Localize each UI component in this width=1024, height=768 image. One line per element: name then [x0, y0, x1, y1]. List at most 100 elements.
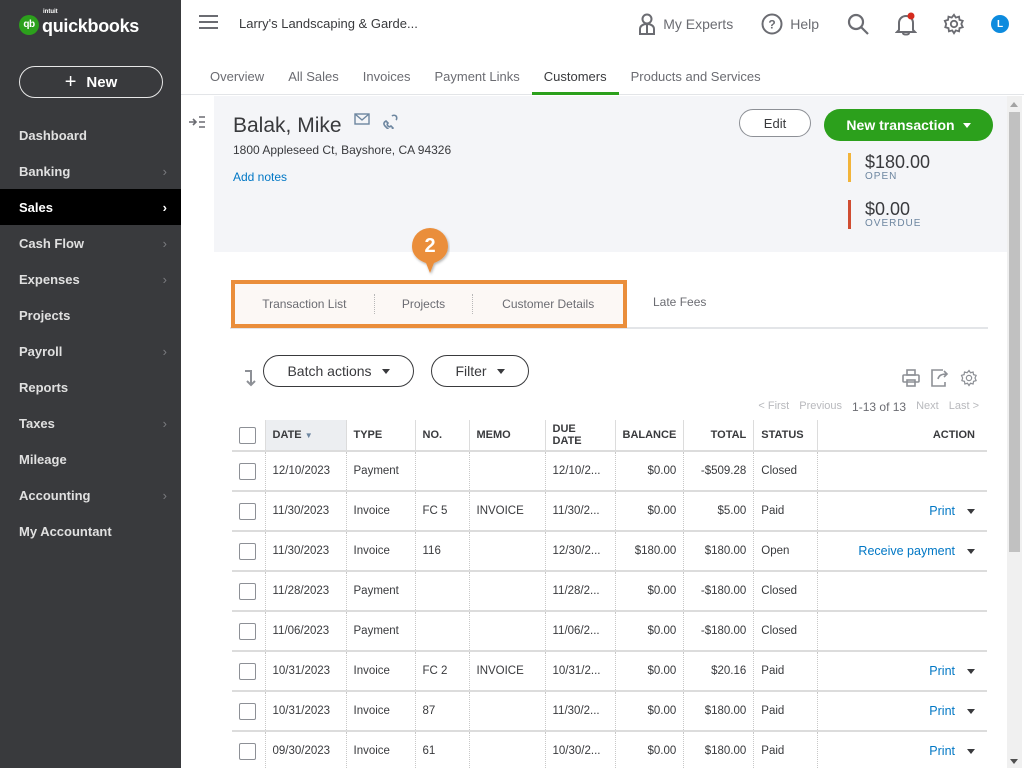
scrollbar-thumb[interactable] — [1009, 112, 1020, 552]
tab-all-sales[interactable]: All Sales — [276, 62, 351, 95]
sidebar-item-expenses[interactable]: Expenses › — [0, 261, 181, 297]
sidebar-item-mileage[interactable]: Mileage — [0, 441, 181, 477]
sidebar-item-cash-flow[interactable]: Cash Flow › — [0, 225, 181, 261]
tab-invoices[interactable]: Invoices — [351, 62, 423, 95]
action-dropdown-icon[interactable] — [967, 549, 975, 555]
action-dropdown-icon[interactable] — [967, 749, 975, 755]
table-row[interactable]: 11/30/2023 Invoice FC 5 INVOICE 11/30/2... $0… — [232, 491, 987, 532]
col-status[interactable]: STATUS — [753, 420, 818, 452]
table-settings-gear-icon[interactable] — [960, 369, 978, 387]
row-select-cell — [232, 611, 265, 652]
notifications-button[interactable] — [895, 12, 917, 36]
scroll-down-arrow-icon[interactable] — [1010, 759, 1018, 764]
svg-text:?: ? — [769, 18, 776, 32]
scroll-up-arrow-icon[interactable] — [1010, 102, 1018, 107]
select-all-checkbox[interactable] — [239, 426, 256, 444]
tab-transaction-list[interactable]: Transaction List — [235, 297, 374, 311]
email-icon[interactable] — [353, 113, 370, 125]
row-checkbox[interactable] — [239, 462, 256, 480]
my-experts-button[interactable]: My Experts — [638, 13, 733, 35]
new-transaction-button[interactable]: New transaction — [824, 109, 993, 141]
row-checkbox[interactable] — [239, 662, 256, 680]
sidebar-item-reports[interactable]: Reports — [0, 369, 181, 405]
sidebar-item-banking[interactable]: Banking › — [0, 153, 181, 189]
pager-first[interactable]: < First — [758, 400, 789, 414]
add-notes-link[interactable]: Add notes — [233, 170, 287, 184]
col-no[interactable]: NO. — [414, 420, 469, 452]
sort-arrow-icon[interactable] — [242, 369, 258, 392]
row-checkbox[interactable] — [239, 622, 256, 640]
row-checkbox[interactable] — [239, 502, 256, 520]
cell-date: 11/28/2023 — [264, 571, 346, 612]
phone-icon[interactable] — [382, 113, 398, 129]
row-checkbox[interactable] — [239, 742, 256, 760]
batch-actions-button[interactable]: Batch actions — [263, 355, 414, 387]
action-link[interactable]: Print — [929, 664, 955, 678]
sidebar-item-dashboard[interactable]: Dashboard — [0, 117, 181, 153]
table-row[interactable]: 11/30/2023 Invoice 116 12/30/2... $180.00 $18… — [232, 531, 987, 572]
table-row[interactable]: 11/06/2023 Payment 11/06/2... $0.00 -$180.00… — [232, 611, 987, 652]
cell-status: Paid — [753, 651, 818, 692]
action-link[interactable]: Print — [929, 744, 955, 758]
pager-previous[interactable]: Previous — [799, 400, 842, 414]
edit-button[interactable]: Edit — [739, 109, 811, 137]
sidebar-item-accounting[interactable]: Accounting › — [0, 477, 181, 513]
print-icon[interactable] — [902, 369, 920, 387]
sidebar-item-payroll[interactable]: Payroll › — [0, 333, 181, 369]
sidebar-item-projects[interactable]: Projects — [0, 297, 181, 333]
cell-due-date: 11/30/2... — [544, 691, 615, 732]
collapse-panel-icon[interactable] — [188, 115, 206, 134]
row-checkbox[interactable] — [239, 542, 256, 560]
row-checkbox[interactable] — [239, 582, 256, 600]
export-icon[interactable] — [930, 369, 950, 387]
row-checkbox[interactable] — [239, 702, 256, 720]
sidebar-item-sales[interactable]: Sales › — [0, 189, 181, 225]
table-row[interactable]: 11/28/2023 Payment 11/28/2... $0.00 -$180.00… — [232, 571, 987, 612]
table-row[interactable]: 12/10/2023 Payment 12/10/2... $0.00 -$509.28… — [232, 451, 987, 492]
col-date[interactable]: DATE ▼ — [264, 420, 346, 452]
vertical-scrollbar[interactable] — [1007, 96, 1022, 768]
col-due-date[interactable]: DUE DATE — [544, 420, 615, 452]
tab-projects[interactable]: Projects — [375, 297, 473, 311]
sidebar-item-label: Mileage — [19, 451, 67, 467]
cell-due-date: 10/31/2... — [544, 651, 615, 692]
hamburger-menu-icon[interactable] — [199, 15, 218, 29]
cell-status: Paid — [753, 691, 818, 732]
pager-next[interactable]: Next — [916, 400, 939, 414]
action-link[interactable]: Print — [929, 704, 955, 718]
sales-subtabs: Overview All Sales Invoices Payment Links Cu… — [181, 62, 1024, 95]
tab-customers[interactable]: Customers — [531, 62, 619, 95]
action-link[interactable]: Print — [929, 504, 955, 518]
tab-payment-links[interactable]: Payment Links — [422, 62, 531, 95]
tab-customer-details[interactable]: Customer Details — [473, 297, 623, 311]
table-row[interactable]: 09/30/2023 Invoice 61 10/30/2... $0.00 $180.0… — [232, 731, 987, 768]
action-dropdown-icon[interactable] — [967, 669, 975, 675]
col-type[interactable]: TYPE — [345, 420, 415, 452]
settings-button[interactable] — [943, 13, 965, 35]
new-button[interactable]: + New — [19, 66, 163, 98]
chevron-right-icon: › — [162, 199, 167, 215]
user-avatar[interactable]: L — [991, 15, 1009, 33]
search-button[interactable] — [847, 13, 869, 35]
sidebar-item-taxes[interactable]: Taxes › — [0, 405, 181, 441]
sidebar-item-label: My Accountant — [19, 523, 112, 539]
table-row[interactable]: 10/31/2023 Invoice FC 2 INVOICE 10/31/2... $0… — [232, 651, 987, 692]
sidebar-item-my-accountant[interactable]: My Accountant — [0, 513, 181, 549]
action-link[interactable]: Receive payment — [858, 544, 955, 558]
top-bar: Larry's Landscaping & Garde... My Expert… — [181, 0, 1024, 48]
filter-button[interactable]: Filter — [431, 355, 529, 387]
tab-products-and-services[interactable]: Products and Services — [619, 62, 773, 95]
chevron-down-icon — [381, 368, 390, 374]
quickbooks-logo[interactable]: qb intuit quickbooks — [19, 9, 139, 37]
action-dropdown-icon[interactable] — [967, 709, 975, 715]
pager-last[interactable]: Last > — [949, 400, 979, 414]
col-balance[interactable]: BALANCE — [614, 420, 684, 452]
action-dropdown-icon[interactable] — [967, 509, 975, 515]
table-row[interactable]: 10/31/2023 Invoice 87 11/30/2... $0.00 $180.0… — [232, 691, 987, 732]
col-memo[interactable]: MEMO — [468, 420, 545, 452]
col-total[interactable]: TOTAL — [683, 420, 754, 452]
help-button[interactable]: ? Help — [761, 13, 819, 35]
row-select-cell — [232, 531, 265, 572]
tab-late-fees[interactable]: Late Fees — [653, 295, 706, 309]
tab-overview[interactable]: Overview — [198, 62, 276, 95]
